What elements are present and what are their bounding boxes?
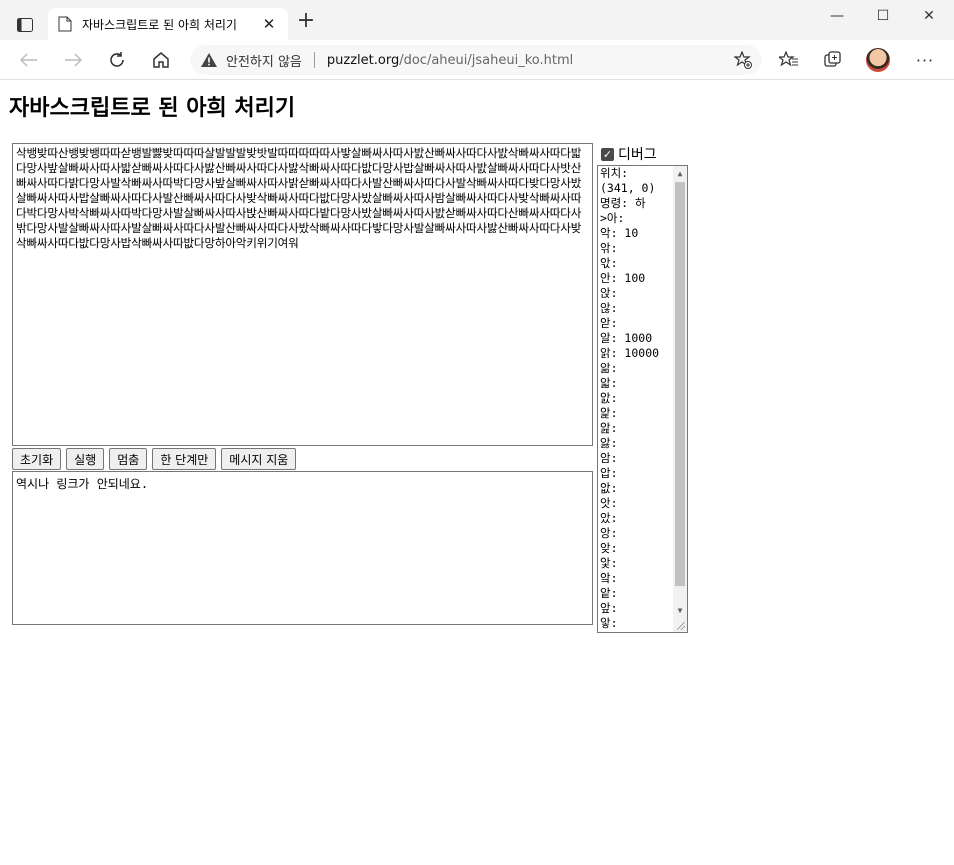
page-content: 자바스크립트로 된 아희 처리기 삭뱅밪따산뱅밪뱅따따삳뱅발뺧밪따따따살발발발밪…	[0, 81, 954, 865]
maximize-icon[interactable]: ☐	[860, 4, 906, 28]
home-icon[interactable]	[146, 46, 176, 74]
page-title: 자바스크립트로 된 아희 처리기	[9, 96, 296, 121]
address-bar[interactable]: 안전하지 않음 puzzlet.org/doc/aheui/jsaheui_ko…	[190, 45, 762, 75]
collections-icon[interactable]	[818, 46, 848, 74]
code-textarea[interactable]: 삭뱅밪따산뱅밪뱅따따삳뱅발뺧밪따따따살발발발밪밧발따따따따따사밯살빠싸사따사밠산…	[12, 143, 593, 446]
clear-message-button[interactable]: 메시지 지움	[221, 448, 297, 470]
url-path: /doc/aheui/jsaheui_ko.html	[399, 52, 574, 68]
address-divider	[313, 52, 315, 68]
new-tab-icon[interactable]: +	[294, 10, 318, 34]
debug-textarea[interactable]: 위치: (341, 0) 명령: 하 >아: 악: 10 앆: 앇: 안: 100 앉: 않: 앋:…	[597, 165, 688, 633]
warning-icon[interactable]	[200, 52, 218, 68]
resize-handle-icon[interactable]	[677, 622, 685, 630]
minimize-icon[interactable]: —	[814, 4, 860, 28]
url-host: puzzlet.org	[326, 52, 400, 68]
security-status[interactable]: 안전하지 않음	[226, 51, 302, 70]
control-buttons: 초기화 실행 멈춤 한 단계만 메시지 지움	[12, 448, 297, 470]
document-icon	[58, 16, 72, 32]
back-icon[interactable]	[14, 46, 44, 74]
scroll-down-icon[interactable]: ▼	[673, 604, 687, 618]
debug-label: 디버그	[618, 147, 657, 163]
refresh-icon[interactable]	[102, 46, 132, 74]
debug-toggle[interactable]: ✓ 디버그	[601, 144, 657, 164]
scroll-thumb[interactable]	[675, 182, 685, 586]
tab-title: 자바스크립트로 된 아희 처리기	[82, 17, 237, 32]
more-menu-icon[interactable]: ···	[910, 46, 940, 74]
close-tab-icon[interactable]: ✕	[260, 15, 278, 33]
browser-tab[interactable]: 자바스크립트로 된 아희 처리기 ✕	[48, 8, 288, 40]
add-favorite-icon[interactable]	[734, 51, 752, 69]
debug-checkbox[interactable]: ✓	[601, 147, 614, 161]
profile-avatar[interactable]	[866, 48, 890, 72]
favorites-icon[interactable]	[774, 46, 804, 74]
reset-button[interactable]: 초기화	[12, 448, 62, 470]
run-button[interactable]: 실행	[66, 448, 105, 470]
debug-scrollbar[interactable]: ▲ ▼	[673, 166, 687, 632]
browser-titlebar: 자바스크립트로 된 아희 처리기 ✕ + — ☐ ✕	[0, 0, 954, 40]
tab-actions-icon[interactable]	[10, 10, 40, 40]
forward-icon[interactable]	[58, 46, 88, 74]
scroll-up-icon[interactable]: ▲	[673, 167, 687, 181]
message-textarea[interactable]: 역시나 링크가 안되네요.	[12, 471, 593, 625]
stop-button[interactable]: 멈춤	[109, 448, 148, 470]
close-window-icon[interactable]: ✕	[906, 4, 952, 28]
browser-navbar: 안전하지 않음 puzzlet.org/doc/aheui/jsaheui_ko…	[0, 40, 954, 80]
step-button[interactable]: 한 단계만	[152, 448, 217, 470]
